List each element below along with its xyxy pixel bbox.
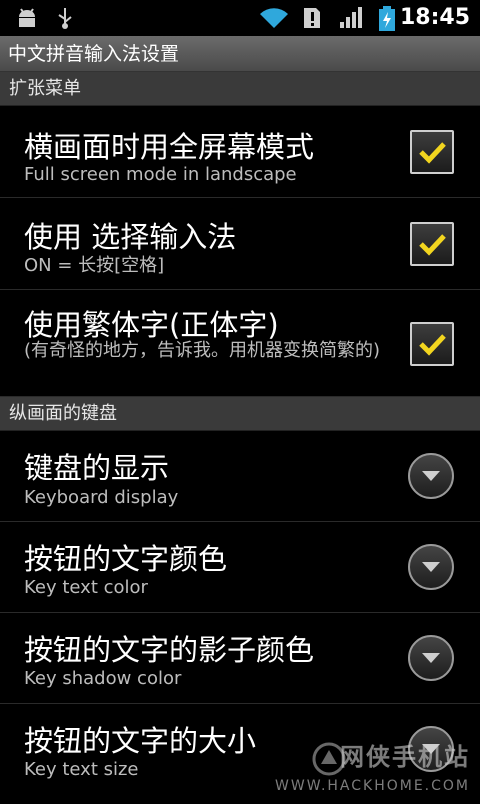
pref-item-fullscreen-landscape[interactable]: 横画面时用全屏幕模式 Full screen mode in landscape bbox=[0, 106, 480, 198]
watermark-text: 网侠手机站 bbox=[340, 743, 470, 771]
fullscreen-checkbox[interactable] bbox=[410, 130, 454, 174]
section-header-label: 纵画面的键盘 bbox=[9, 403, 117, 424]
pref-title: 按钮的文字的大小 bbox=[24, 724, 257, 758]
pref-summary: ON = 长按[空格] bbox=[24, 255, 165, 276]
pref-title: 使用 选择输入法 bbox=[24, 220, 237, 254]
pref-summary: Key text size bbox=[24, 759, 139, 780]
page-title: 中文拼音输入法设置 bbox=[8, 43, 180, 65]
pref-item-select-ime[interactable]: 使用 选择输入法 ON = 长按[空格] bbox=[0, 198, 480, 290]
watermark-url: WWW.HACKHOME.COM bbox=[275, 778, 470, 794]
usb-icon bbox=[58, 8, 72, 29]
alert-icon bbox=[304, 8, 320, 28]
dropdown-arrow-icon bbox=[422, 653, 440, 663]
pref-title: 按钮的文字的影子颜色 bbox=[24, 633, 315, 667]
signal-icon bbox=[340, 7, 362, 28]
title-bar: 中文拼音输入法设置 bbox=[0, 36, 480, 72]
pref-summary: Key shadow color bbox=[24, 668, 182, 689]
dropdown-arrow-icon bbox=[422, 471, 440, 481]
pref-summary: Keyboard display bbox=[24, 487, 179, 508]
select-ime-checkbox[interactable] bbox=[410, 222, 454, 266]
checkmark-icon bbox=[419, 142, 446, 164]
dropdown-arrow-icon bbox=[422, 562, 440, 572]
pref-summary: Full screen mode in landscape bbox=[24, 164, 297, 185]
status-time: 18:45 bbox=[399, 5, 470, 30]
pref-summary: (有奇怪的地方，告诉我。用机器变换简繁的) bbox=[24, 340, 381, 361]
pref-item-key-shadow-color[interactable]: 按钮的文字的影子颜色 Key shadow color bbox=[0, 613, 480, 704]
status-bar: 18:45 bbox=[0, 0, 480, 36]
wifi-icon bbox=[260, 8, 288, 28]
keyboard-display-dropdown[interactable] bbox=[408, 453, 454, 499]
pref-title: 横画面时用全屏幕模式 bbox=[24, 130, 315, 164]
pref-item-keyboard-display[interactable]: 键盘的显示 Keyboard display bbox=[0, 431, 480, 522]
pref-item-traditional-chinese[interactable]: 使用繁体字(正体字) (有奇怪的地方，告诉我。用机器变换简繁的) bbox=[0, 290, 480, 397]
checkmark-icon bbox=[419, 234, 446, 256]
android-debug-icon bbox=[19, 8, 35, 27]
section-header: 纵画面的键盘 bbox=[0, 397, 480, 431]
battery-charging-icon bbox=[379, 6, 395, 31]
section-header-label: 扩张菜单 bbox=[9, 78, 81, 99]
pref-title: 使用繁体字(正体字) bbox=[24, 308, 279, 342]
key-text-color-dropdown[interactable] bbox=[408, 544, 454, 590]
pref-title: 键盘的显示 bbox=[24, 451, 170, 485]
checkmark-icon bbox=[419, 334, 446, 356]
key-shadow-color-dropdown[interactable] bbox=[408, 635, 454, 681]
pref-item-key-text-color[interactable]: 按钮的文字颜色 Key text color bbox=[0, 522, 480, 613]
pref-title: 按钮的文字颜色 bbox=[24, 542, 228, 576]
pref-summary: Key text color bbox=[24, 577, 148, 598]
section-header: 扩张菜单 bbox=[0, 72, 480, 106]
traditional-chinese-checkbox[interactable] bbox=[410, 322, 454, 366]
